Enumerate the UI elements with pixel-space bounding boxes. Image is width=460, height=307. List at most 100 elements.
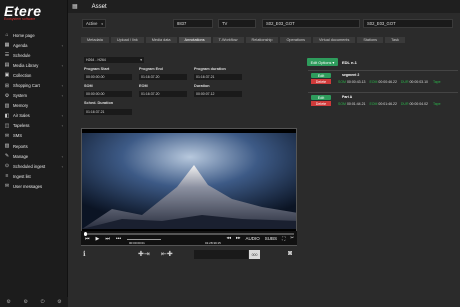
sidebar-item-label: Schedule <box>13 52 31 58</box>
tab-relationship[interactable]: Relationship <box>244 36 280 44</box>
sidebar-item-label: System <box>13 93 27 99</box>
sidebar-item-air-sales[interactable]: ◧ Air Sales ‹ <box>0 111 67 121</box>
asset-title-field[interactable]: S02_E03_GOT <box>363 19 453 28</box>
tab-stations[interactable]: Stations <box>356 36 385 44</box>
tab-task[interactable]: Task <box>384 36 406 44</box>
sidebar-item-sms[interactable]: ✉ SMS <box>0 131 67 141</box>
home-icon: ⌂ <box>5 32 9 39</box>
sidebar-item-media-library[interactable]: ▤ Media Library ‹ <box>0 60 67 70</box>
more-icon[interactable]: ••• <box>116 236 121 242</box>
sidebar-item-memory[interactable]: ▥ Memory <box>0 101 67 111</box>
tab-annotations[interactable]: Annotations <box>177 36 212 44</box>
sidebar-item-label: Scheduled ingest <box>13 163 46 169</box>
top-bar: ▦ Asset <box>68 0 460 13</box>
add-segment-icon[interactable]: ⇤✚ <box>161 250 173 258</box>
tab-metadata[interactable]: Metadata <box>80 36 110 44</box>
volume-slider[interactable] <box>127 238 162 240</box>
sched-duration-field[interactable]: 01:16:37.21 <box>84 109 132 115</box>
eom-field[interactable]: 01:16:37.20 <box>139 91 187 97</box>
sidebar-item-user-messages[interactable]: ✉ User messages <box>0 181 67 191</box>
tab-virtual-documents[interactable]: Virtual documents <box>312 36 357 44</box>
sidebar-item-collection[interactable]: ▣ Collection <box>0 70 67 80</box>
sidebar: Etere Ecosystem software ⌂ Home page ▦ Agen… <box>0 0 68 307</box>
film-icon: ▤ <box>4 62 10 69</box>
sales-icon: ◧ <box>4 112 10 119</box>
sidebar-item-label: Home page <box>13 32 35 38</box>
sidebar-item-system[interactable]: ⚙ System ‹ <box>0 91 67 101</box>
som-field[interactable]: 00:00:00.00 <box>84 91 132 97</box>
chevron-left-icon: ‹ <box>61 42 63 48</box>
sidebar-item-shopping-cart[interactable]: ⊞ Shopping Cart ‹ <box>0 80 67 90</box>
som-label: SOM <box>84 84 93 88</box>
sidebar-item-agenda[interactable]: ▦ Agenda ‹ <box>0 40 67 50</box>
tab-upload-link[interactable]: Upload / link <box>109 36 145 44</box>
asset-id-value: S02_E03_GOT <box>266 21 295 26</box>
footer-icon[interactable]: ⚙ <box>57 299 61 305</box>
segment-edit-button[interactable]: Edit <box>311 95 331 100</box>
timecode-go-button[interactable]: 000 <box>249 250 260 259</box>
fullscreen-icon[interactable]: ⛶ <box>282 236 285 241</box>
tab-operations[interactable]: Operations <box>279 36 313 44</box>
logo[interactable]: Etere Ecosystem software <box>0 0 67 26</box>
play-icon[interactable]: ▶ <box>96 236 100 242</box>
rewind-icon[interactable]: ◂◂ <box>226 235 231 241</box>
program-duration-field[interactable]: 01:16:37.21 <box>194 74 242 80</box>
skip-back-icon[interactable]: ⏮ <box>85 236 90 242</box>
sidebar-item-reports[interactable]: ▨ Reports <box>0 141 67 151</box>
timecode-input[interactable] <box>194 250 248 259</box>
tab-media-data[interactable]: Media data <box>144 36 178 44</box>
sidebar-item-manage[interactable]: ✎ Manage ‹ <box>0 151 67 161</box>
footer-icon[interactable]: ⚙ <box>6 299 10 305</box>
seek-handle[interactable] <box>84 232 87 236</box>
list-icon: ≡ <box>5 173 9 180</box>
audio-button[interactable]: AUDIO <box>246 236 260 241</box>
add-marker-icon[interactable]: ✚⇥ <box>138 250 150 258</box>
eom-label: EOM <box>139 84 148 88</box>
segment-delete-button[interactable]: Delete <box>311 79 331 84</box>
collection-icon: ▣ <box>4 72 10 79</box>
segment-times: SOM 00:00:43.13 EOM 00:00:46.22 DUR 00:0… <box>338 80 441 84</box>
subs-button[interactable]: SUBS <box>265 236 277 241</box>
ingest-icon: ⊙ <box>4 163 10 170</box>
asset-type-value: TV <box>222 21 228 26</box>
info-icon[interactable]: ℹ <box>83 250 86 258</box>
footer-icon[interactable]: ⚙ <box>23 299 27 305</box>
duration-field[interactable]: 00:00:07.12 <box>194 91 242 97</box>
sidebar-item-ingest-list[interactable]: ≡ Ingest list <box>0 171 67 181</box>
program-end-field[interactable]: 01:16:37.20 <box>139 74 187 80</box>
asset-code-field[interactable]: 8837 <box>173 19 213 28</box>
asset-title-value: S02_E03_GOT <box>367 21 396 26</box>
sidebar-item-label: Ingest list <box>13 173 31 179</box>
edit-options-button[interactable]: Edit Options ▾ <box>307 58 338 66</box>
asset-code-value: 8837 <box>177 21 187 26</box>
video-frame <box>82 133 296 245</box>
skip-forward-icon[interactable]: ⏭ <box>105 236 110 242</box>
camera-icon[interactable]: ◙ <box>288 250 292 257</box>
segment-times: SOM 00:01:44.21 EOM 00:01:46.22 DUR 00:0… <box>338 102 441 106</box>
sidebar-item-schedule[interactable]: ☰ Schedule <box>0 50 67 60</box>
format-value: H264 - H264 <box>86 57 106 62</box>
asset-type-field[interactable]: TV <box>218 19 256 28</box>
sidebar-item-scheduled-ingest[interactable]: ⊙ Scheduled ingest ‹ <box>0 161 67 171</box>
format-select[interactable]: H264 - H264 ▾ <box>84 57 144 63</box>
edl-title: EDL n.1 <box>342 60 357 65</box>
video-player[interactable] <box>81 128 297 246</box>
program-start-field[interactable]: 00:00:00.00 <box>84 74 132 80</box>
segment-delete-button[interactable]: Delete <box>311 101 331 106</box>
fast-forward-icon[interactable]: ▸▸ <box>236 235 241 241</box>
tab-t-workflow[interactable]: T-Workflow <box>211 36 245 44</box>
sidebar-item-tapeless[interactable]: ◫ Tapeless ‹ <box>0 121 67 131</box>
grid-menu-icon[interactable]: ▦ <box>72 3 78 10</box>
segment-name: Part A <box>342 95 353 99</box>
sidebar-item-home-page[interactable]: ⌂ Home page <box>0 30 67 40</box>
tab-bar: Metadata Upload / link Media data Annotatio… <box>80 36 406 44</box>
message-icon: ✉ <box>4 183 10 190</box>
segment-edit-button[interactable]: Edit <box>311 73 331 78</box>
duration-label: Duration <box>194 84 210 88</box>
sidebar-item-label: SMS <box>13 133 23 139</box>
asset-id-field[interactable]: S02_E03_GOT <box>262 19 360 28</box>
footer-icon[interactable]: ⏻ <box>41 299 45 305</box>
status-select[interactable]: Active ▾ <box>82 19 106 28</box>
cut-icon[interactable]: ✂ <box>290 235 294 241</box>
program-start-label: Program Start <box>84 67 110 71</box>
